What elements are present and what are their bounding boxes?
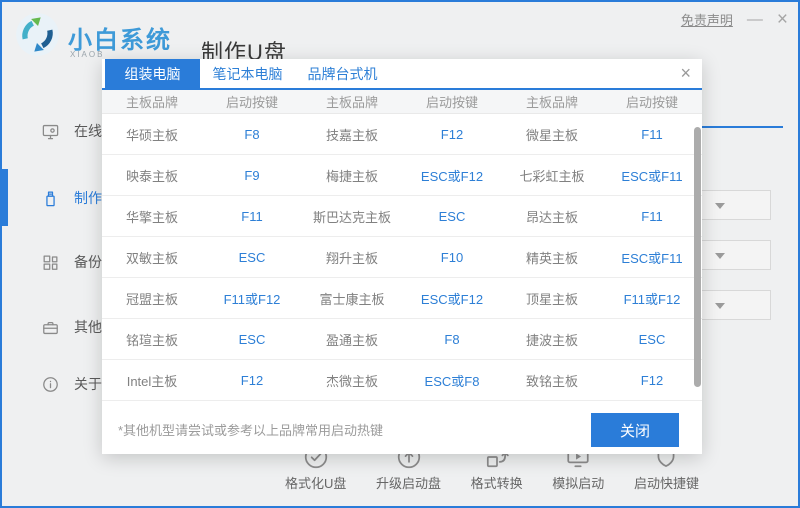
info-icon bbox=[41, 375, 60, 394]
bootkey-cell: F11 bbox=[202, 209, 302, 224]
brand-cell: 梅捷主板 bbox=[302, 166, 402, 185]
column-header: 启动按键 bbox=[402, 92, 502, 111]
dialog-footer: *其他机型请尝试或参考以上品牌常用启动热键 关闭 bbox=[102, 401, 702, 454]
table-row: 双敏主板ESC翔升主板F10精英主板ESC或F11 bbox=[102, 237, 702, 278]
brand-cell: 致铭主板 bbox=[502, 371, 602, 390]
bootkey-cell: ESC或F11 bbox=[602, 166, 702, 185]
column-header: 主板品牌 bbox=[502, 92, 602, 111]
bootkey-cell: F11 bbox=[602, 209, 702, 224]
brand-cell: 冠盟主板 bbox=[102, 289, 202, 308]
hotkey-table: 华硕主板F8技嘉主板F12微星主板F11映泰主板F9梅捷主板ESC或F12七彩虹… bbox=[102, 114, 702, 401]
brand-cell: 富士康主板 bbox=[302, 289, 402, 308]
table-row: 映泰主板F9梅捷主板ESC或F12七彩虹主板ESC或F11 bbox=[102, 155, 702, 196]
bootkey-cell: F11 bbox=[602, 127, 702, 142]
app-logo-icon bbox=[14, 11, 61, 58]
brand-cell: 盈通主板 bbox=[302, 330, 402, 349]
tab-assembled-pc[interactable]: 组装电脑 bbox=[105, 59, 200, 88]
brand-cell: 双敏主板 bbox=[102, 248, 202, 267]
column-header: 主板品牌 bbox=[102, 92, 202, 111]
monitor-icon bbox=[41, 122, 60, 141]
bootkey-cell: ESC bbox=[202, 250, 302, 265]
brand-cell: 翔升主板 bbox=[302, 248, 402, 267]
brand-cell: 顶星主板 bbox=[502, 289, 602, 308]
bootkey-cell: F12 bbox=[602, 373, 702, 388]
brand-cell: 华擎主板 bbox=[102, 207, 202, 226]
brand-cell: 七彩虹主板 bbox=[502, 166, 602, 185]
toolbar-item-label: 格式转换 bbox=[471, 473, 523, 492]
tab-laptop[interactable]: 笔记本电脑 bbox=[200, 59, 295, 88]
bootkey-cell: F12 bbox=[402, 127, 502, 142]
brand-cell: 映泰主板 bbox=[102, 166, 202, 185]
table-row: 华硕主板F8技嘉主板F12微星主板F11 bbox=[102, 114, 702, 155]
bootkey-cell: ESC bbox=[202, 332, 302, 347]
bootkey-cell: ESC或F11 bbox=[602, 248, 702, 267]
bootkey-cell: F8 bbox=[402, 332, 502, 347]
titlebar-controls: 免责声明 — × bbox=[681, 10, 788, 29]
column-header: 启动按键 bbox=[602, 92, 702, 111]
bootkey-cell: ESC或F8 bbox=[402, 371, 502, 390]
table-row: 华擎主板F11斯巴达克主板ESC昂达主板F11 bbox=[102, 196, 702, 237]
toolbar-item-label: 格式化U盘 bbox=[285, 473, 346, 492]
modal-tabs: 组装电脑笔记本电脑品牌台式机 × bbox=[102, 59, 702, 90]
bootkey-cell: ESC bbox=[402, 209, 502, 224]
brand-cell: 技嘉主板 bbox=[302, 125, 402, 144]
bootkey-cell: ESC bbox=[602, 332, 702, 347]
table-row: 铭瑄主板ESC盈通主板F8捷波主板ESC bbox=[102, 319, 702, 360]
disclaimer-link[interactable]: 免责声明 bbox=[681, 10, 733, 29]
column-header: 启动按键 bbox=[202, 92, 302, 111]
column-header: 主板品牌 bbox=[302, 92, 402, 111]
brand-cell: 捷波主板 bbox=[502, 330, 602, 349]
table-row: 冠盟主板F11或F12富士康主板ESC或F12顶星主板F11或F12 bbox=[102, 278, 702, 319]
grid-icon bbox=[41, 253, 60, 272]
toolbar-item-label: 升级启动盘 bbox=[376, 473, 441, 492]
bootkey-cell: F12 bbox=[202, 373, 302, 388]
app-window: 小白系统 XIAOBAI 制作U盘 免责声明 — × 在线重装制作U盘备份还原其… bbox=[0, 0, 800, 508]
usb-icon bbox=[41, 189, 60, 208]
bootkey-cell: F8 bbox=[202, 127, 302, 142]
table-row: Intel主板F12杰微主板ESC或F8致铭主板F12 bbox=[102, 360, 702, 401]
brand-cell: 华硕主板 bbox=[102, 125, 202, 144]
bootkey-cell: F11或F12 bbox=[202, 289, 302, 308]
chevron-down-icon bbox=[715, 203, 725, 209]
brand-cell: 微星主板 bbox=[502, 125, 602, 144]
toolbox-icon bbox=[41, 318, 60, 337]
brand-cell: 杰微主板 bbox=[302, 371, 402, 390]
chevron-down-icon bbox=[715, 253, 725, 259]
brand-cell: 精英主板 bbox=[502, 248, 602, 267]
bootkey-cell: F11或F12 bbox=[602, 289, 702, 308]
brand-cell: Intel主板 bbox=[102, 371, 202, 390]
dialog-close-button[interactable]: 关闭 bbox=[591, 413, 679, 447]
tab-brand-desktop[interactable]: 品牌台式机 bbox=[295, 59, 390, 88]
table-header-row: 主板品牌启动按键主板品牌启动按键主板品牌启动按键 bbox=[102, 90, 702, 114]
minimize-button[interactable]: — bbox=[747, 11, 763, 29]
toolbar-item-label: 模拟启动 bbox=[552, 473, 604, 492]
app-title-subtext: XIAOBAI bbox=[70, 50, 104, 59]
boot-hotkey-dialog: 组装电脑笔记本电脑品牌台式机× 主板品牌启动按键主板品牌启动按键主板品牌启动按键… bbox=[102, 59, 702, 454]
scrollbar-thumb[interactable] bbox=[694, 127, 701, 387]
window-close-button[interactable]: × bbox=[777, 11, 788, 29]
sidebar-active-indicator bbox=[2, 169, 8, 226]
bootkey-cell: F10 bbox=[402, 250, 502, 265]
bootkey-cell: ESC或F12 bbox=[402, 289, 502, 308]
chevron-down-icon bbox=[715, 303, 725, 309]
toolbar-item-label: 启动快捷键 bbox=[634, 473, 699, 492]
modal-close-icon[interactable]: × bbox=[680, 63, 691, 84]
bootkey-cell: ESC或F12 bbox=[402, 166, 502, 185]
bootkey-cell: F9 bbox=[202, 168, 302, 183]
background-tab-underline bbox=[701, 126, 783, 128]
footer-note: *其他机型请尝试或参考以上品牌常用启动热键 bbox=[118, 420, 383, 439]
brand-cell: 斯巴达克主板 bbox=[302, 207, 402, 226]
brand-cell: 昂达主板 bbox=[502, 207, 602, 226]
brand-cell: 铭瑄主板 bbox=[102, 330, 202, 349]
